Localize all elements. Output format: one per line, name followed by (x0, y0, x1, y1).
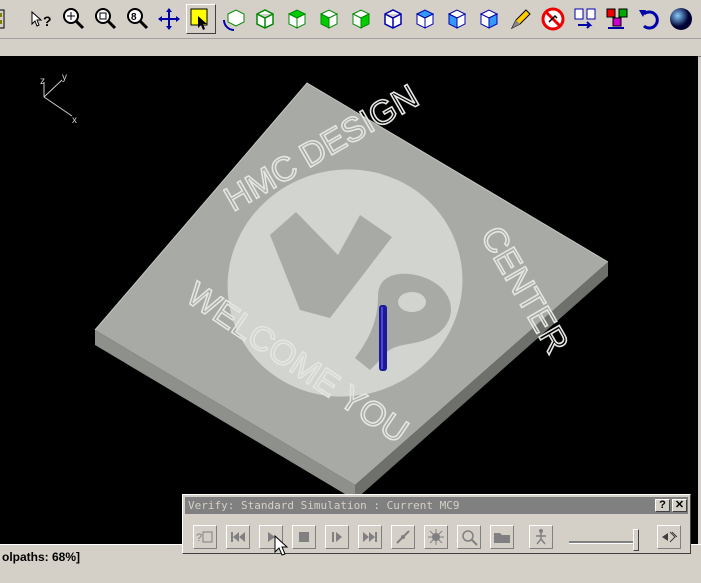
main-toolbar: ? 8 (0, 0, 701, 39)
svg-text:?: ? (43, 13, 52, 29)
rotate-icon[interactable] (218, 4, 248, 34)
svg-text:?: ? (196, 532, 202, 544)
cube-blue-side-icon[interactable] (474, 4, 504, 34)
globe-icon[interactable] (666, 4, 696, 34)
undo-icon[interactable] (634, 4, 664, 34)
verify-options-icon[interactable]: ? (193, 525, 217, 549)
layout-arrange-icon[interactable] (570, 4, 600, 34)
verify-title-bar[interactable]: Verify: Standard Simulation : Current MC… (185, 497, 688, 514)
part-view: x y z HMC DESIGN CENTER WELCOME YOU (40, 72, 609, 500)
axis-label-z: z (40, 76, 45, 87)
cube-blue-top-icon[interactable] (410, 4, 440, 34)
zoom-in-icon[interactable] (58, 4, 88, 34)
axis-label-y: y (62, 72, 67, 83)
cutting-tool (379, 305, 387, 371)
select-icon[interactable] (186, 4, 216, 34)
save-stl-icon[interactable] (490, 525, 514, 549)
fast-forward-icon[interactable] (358, 525, 382, 549)
pan-icon[interactable] (154, 4, 184, 34)
cube-front-icon[interactable] (314, 4, 344, 34)
axis-label-x: x (72, 115, 77, 126)
speed-slider-thumb[interactable] (632, 529, 639, 551)
pencil-icon[interactable] (506, 4, 536, 34)
color-swap-icon[interactable] (602, 4, 632, 34)
verify-title: Verify: Standard Simulation : Current MC… (188, 499, 460, 512)
status-text: olpaths: 68%] (2, 550, 81, 564)
verify-dialog: Verify: Standard Simulation : Current MC… (182, 494, 691, 554)
speed-icon[interactable] (529, 525, 553, 549)
speed-slider-track[interactable] (569, 541, 639, 544)
mouse-cursor (274, 535, 289, 556)
help-button[interactable]: ? (655, 499, 670, 512)
exit-verify-icon[interactable] (657, 525, 681, 549)
cube-side-icon[interactable] (346, 4, 376, 34)
zoom-window-icon[interactable] (90, 4, 120, 34)
stop-icon[interactable] (292, 525, 316, 549)
sidebar-toggle-icon[interactable] (0, 4, 10, 34)
axis-triad: x y z (40, 72, 77, 126)
close-button[interactable]: ✕ (672, 499, 687, 512)
graphics-viewport[interactable]: x y z HMC DESIGN CENTER WELCOME YOU (0, 56, 698, 544)
secondary-toolbar (0, 39, 701, 57)
cube-blue-front-icon[interactable] (442, 4, 472, 34)
svg-text:8: 8 (131, 12, 137, 23)
no-toolpath-icon[interactable] (538, 4, 568, 34)
zoom-verify-icon[interactable] (457, 525, 481, 549)
toolpath-display-icon[interactable] (391, 525, 415, 549)
zoom-cursor-help-icon[interactable]: ? (26, 4, 56, 34)
step-icon[interactable] (325, 525, 349, 549)
zoom-fit-icon[interactable]: 8 (122, 4, 152, 34)
rewind-icon[interactable] (226, 525, 250, 549)
stock-display-icon[interactable] (424, 525, 448, 549)
cube-blue-iso-icon[interactable] (378, 4, 408, 34)
cube-iso-icon[interactable] (250, 4, 280, 34)
cube-top-icon[interactable] (282, 4, 312, 34)
